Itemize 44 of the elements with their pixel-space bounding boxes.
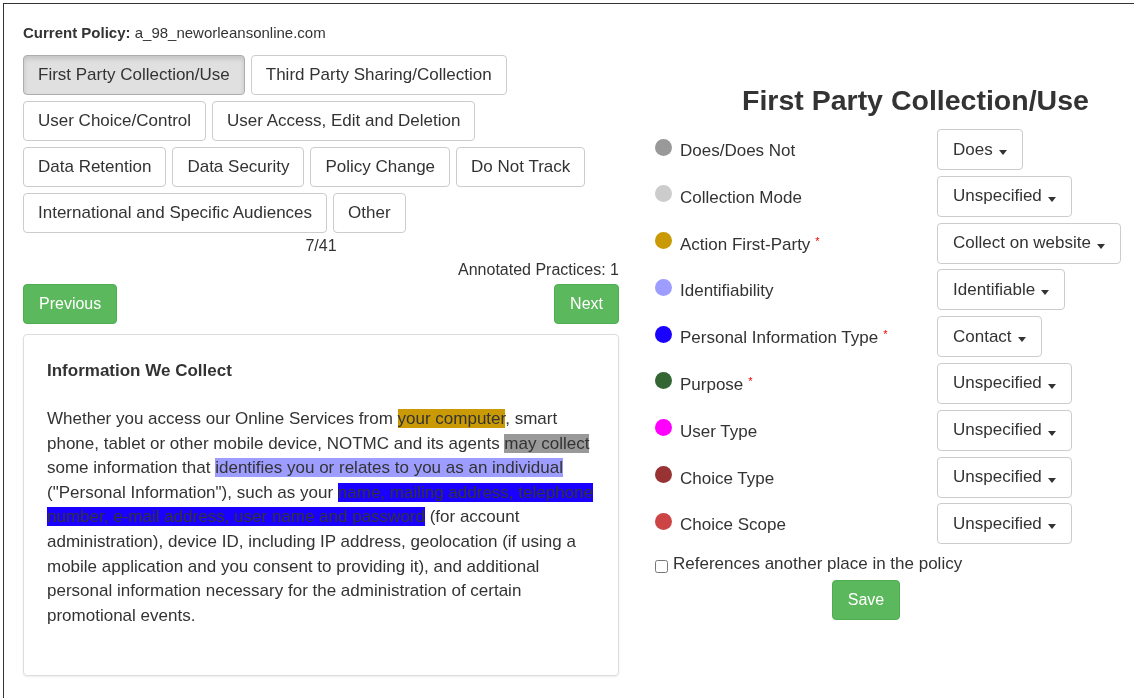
caret-icon bbox=[1047, 196, 1056, 202]
category-tab[interactable]: Third Party Sharing/Collection bbox=[250, 55, 507, 95]
attribute-label: Identifiability bbox=[680, 280, 774, 302]
attribute-dropdown[interactable]: Identifiable bbox=[937, 269, 1066, 311]
caret-icon bbox=[1041, 290, 1050, 296]
attribute-dropdown[interactable]: Unspecified bbox=[937, 456, 1072, 498]
category-tab[interactable]: User Access, Edit and Deletion bbox=[212, 101, 476, 141]
annotated-practices: Annotated Practices: 1 bbox=[458, 261, 619, 279]
caret-icon bbox=[1047, 477, 1056, 483]
caret-icon bbox=[1047, 384, 1056, 389]
attribute-dropdown[interactable]: Contact bbox=[937, 316, 1042, 358]
attribute-dropdown[interactable]: Unspecified bbox=[937, 363, 1072, 404]
segment-heading: Information We Collect bbox=[47, 361, 233, 381]
attribute-label: Action First-Party * bbox=[680, 233, 820, 255]
caret-icon bbox=[1096, 243, 1105, 249]
attribute-label: Choice Scope bbox=[680, 514, 786, 536]
current-policy: Current Policy: a_98_neworleansonline.com bbox=[23, 24, 327, 41]
attribute-label: Choice Type bbox=[680, 467, 775, 489]
attribute-dropdown[interactable]: Unspecified bbox=[937, 503, 1072, 545]
attribute-dropdown[interactable]: Collect on website bbox=[937, 222, 1121, 264]
category-tab[interactable]: First Party Collection/Use bbox=[23, 55, 245, 95]
attribute-label: Collection Mode bbox=[680, 186, 802, 208]
attribute-label: Does/Does Not bbox=[680, 140, 796, 161]
attribute-dropdown[interactable]: Does bbox=[937, 129, 1023, 170]
category-tab[interactable]: Data Retention bbox=[23, 147, 167, 187]
attribute-label: User Type bbox=[680, 420, 758, 442]
segment-counter: 7/41 bbox=[305, 237, 337, 255]
caret-icon bbox=[1047, 430, 1056, 436]
caret-icon bbox=[1017, 337, 1026, 343]
category-tab[interactable]: Other bbox=[333, 193, 406, 233]
category-tab[interactable]: User Choice/Control bbox=[23, 101, 207, 141]
category-tab[interactable]: Do Not Track bbox=[456, 147, 586, 187]
attribute-dropdown[interactable]: Unspecified bbox=[937, 175, 1072, 217]
category-tab[interactable]: International and Specific Audiences bbox=[23, 193, 328, 233]
attribute-label: Purpose * bbox=[680, 374, 753, 395]
reference-label: References another place in the policy bbox=[673, 554, 963, 575]
attribute-dropdown[interactable]: Unspecified bbox=[937, 409, 1072, 451]
category-tab[interactable]: Policy Change bbox=[310, 147, 451, 187]
category-tab[interactable]: Data Security bbox=[172, 147, 305, 187]
caret-icon bbox=[1047, 524, 1056, 530]
attribute-label: Personal Information Type * bbox=[680, 327, 888, 349]
reference-checkbox[interactable] bbox=[655, 559, 668, 573]
form-title: First Party Collection/Use bbox=[742, 84, 1090, 117]
caret-icon bbox=[998, 150, 1007, 155]
